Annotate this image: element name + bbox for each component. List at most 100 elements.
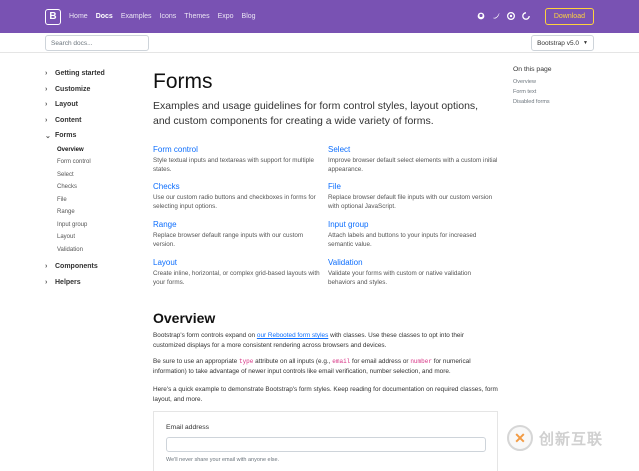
toc-item-disabled-forms[interactable]: Disabled forms bbox=[513, 99, 593, 109]
card-title-link[interactable]: File bbox=[328, 182, 498, 191]
card-desc: Replace browser default file inputs with… bbox=[328, 194, 493, 210]
sidebar-group-getting-started[interactable]: › Getting started bbox=[45, 66, 140, 82]
page-lead: Examples and usage guidelines for form c… bbox=[153, 100, 479, 127]
card-desc: Replace browser default range inputs wit… bbox=[153, 232, 304, 248]
card-title-link[interactable]: Layout bbox=[153, 258, 323, 267]
toc-item-form-text[interactable]: Form text bbox=[513, 89, 593, 99]
sidebar-item-file[interactable]: File bbox=[45, 194, 140, 207]
sidebar-item-input-group[interactable]: Input group bbox=[45, 219, 140, 232]
nav-link-expo[interactable]: Expo bbox=[218, 13, 234, 20]
toc-item-overview[interactable]: Overview bbox=[513, 79, 593, 89]
card-input-group: Input group Attach labels and buttons to… bbox=[328, 220, 498, 249]
text: Bootstrap's form controls expand on bbox=[153, 332, 257, 339]
code-type: type bbox=[238, 358, 254, 365]
card-validation: Validation Validate your forms with cust… bbox=[328, 258, 498, 287]
card-title-link[interactable]: Input group bbox=[328, 220, 498, 229]
code-email: email bbox=[332, 358, 351, 365]
overview-heading: Overview bbox=[153, 310, 216, 326]
watermark-text: 创新互联 bbox=[539, 430, 604, 448]
nav-link-examples[interactable]: Examples bbox=[121, 13, 152, 20]
text: Be sure to use an appropriate bbox=[153, 358, 239, 365]
version-label: Bootstrap v5.0 bbox=[537, 39, 579, 47]
card-desc: Use our custom radio buttons and checkbo… bbox=[153, 194, 316, 210]
nav-link-home[interactable]: Home bbox=[69, 13, 88, 20]
sidebar-item-layout[interactable]: Layout bbox=[45, 231, 140, 244]
card-select: Select Improve browser default select el… bbox=[328, 145, 498, 174]
sidebar-group-label: Getting started bbox=[55, 70, 105, 78]
overview-paragraph-1: Bootstrap's form controls expand on our … bbox=[153, 331, 498, 350]
sidebar-item-checks[interactable]: Checks bbox=[45, 181, 140, 194]
card-desc: Improve browser default select elements … bbox=[328, 157, 498, 173]
text: for email address or bbox=[350, 358, 411, 365]
overview-paragraph-3: Here's a quick example to demonstrate Bo… bbox=[153, 386, 498, 403]
card-title-link[interactable]: Select bbox=[328, 145, 498, 154]
email-field[interactable] bbox=[166, 437, 486, 452]
top-navbar: B Home Docs Examples Icons Themes Expo B… bbox=[0, 0, 639, 33]
twitter-icon[interactable] bbox=[491, 12, 501, 22]
download-button[interactable]: Download bbox=[544, 8, 594, 25]
opencollective-icon[interactable] bbox=[506, 11, 516, 22]
sidebar-group-label: Components bbox=[55, 263, 98, 271]
card-title-link[interactable]: Form control bbox=[153, 145, 323, 154]
watermark: ✕ 创新互联 bbox=[507, 425, 603, 451]
search-input[interactable] bbox=[45, 35, 149, 51]
sidebar-group-customize[interactable]: › Customize bbox=[45, 82, 140, 98]
code-number: number bbox=[410, 358, 432, 365]
sidebar-group-layout[interactable]: › Layout bbox=[45, 97, 140, 113]
sidebar-group-components[interactable]: › Components bbox=[45, 259, 140, 275]
email-help-text: We'll never share your email with anyone… bbox=[166, 457, 280, 463]
sidebar-group-label: Content bbox=[55, 116, 82, 124]
sidebar-item-range[interactable]: Range bbox=[45, 206, 140, 219]
chevron-right-icon: › bbox=[45, 85, 48, 93]
sidebar-group-forms[interactable]: ⌄ Forms bbox=[45, 128, 140, 144]
watermark-logo-icon: ✕ bbox=[507, 425, 533, 451]
card-desc: Style textual inputs and textareas with … bbox=[153, 157, 315, 173]
card-title-link[interactable]: Validation bbox=[328, 258, 498, 267]
sidebar-group-helpers[interactable]: › Helpers bbox=[45, 275, 140, 291]
nav-link-icons[interactable]: Icons bbox=[160, 13, 177, 20]
chevron-right-icon: › bbox=[45, 101, 48, 109]
form-example: Email address We'll never share your ema… bbox=[153, 411, 498, 471]
sidebar-group-label: Forms bbox=[55, 132, 77, 140]
card-desc: Validate your forms with custom or nativ… bbox=[328, 270, 472, 286]
sidebar-item-validation[interactable]: Validation bbox=[45, 244, 140, 257]
chevron-right-icon: › bbox=[45, 263, 48, 271]
card-title-link[interactable]: Checks bbox=[153, 182, 323, 191]
card-form-control: Form control Style textual inputs and te… bbox=[153, 145, 323, 174]
sidebar-item-select[interactable]: Select bbox=[45, 169, 140, 182]
subnav: Bootstrap v5.0 ▼ bbox=[0, 33, 639, 53]
github-icon[interactable] bbox=[476, 12, 486, 22]
text: attribute on all inputs (e.g., bbox=[253, 358, 333, 365]
chevron-down-icon: ▼ bbox=[582, 40, 588, 46]
nav-links: Home Docs Examples Icons Themes Expo Blo… bbox=[69, 13, 264, 20]
sidebar: › Getting started › Customize › Layout › Con… bbox=[45, 66, 140, 290]
sidebar-group-label: Layout bbox=[55, 101, 78, 109]
card-desc: Attach labels and buttons to your inputs… bbox=[328, 232, 477, 248]
email-label: Email address bbox=[166, 424, 210, 431]
rebooted-form-styles-link[interactable]: our Rebooted form styles bbox=[257, 332, 328, 339]
toc-title: On this page bbox=[513, 66, 552, 73]
card-checks: Checks Use our custom radio buttons and … bbox=[153, 182, 323, 211]
bootstrap-logo[interactable]: B bbox=[45, 8, 61, 25]
card-file: File Replace browser default file inputs… bbox=[328, 182, 498, 211]
card-title-link[interactable]: Range bbox=[153, 220, 323, 229]
card-range: Range Replace browser default range inpu… bbox=[153, 220, 323, 249]
sidebar-item-overview[interactable]: Overview bbox=[45, 144, 140, 157]
page-title: Forms bbox=[153, 70, 213, 93]
nav-right: Download bbox=[471, 8, 594, 25]
chevron-right-icon: › bbox=[45, 278, 48, 286]
card-desc: Create inline, horizontal, or complex gr… bbox=[153, 270, 320, 286]
nav-link-docs[interactable]: Docs bbox=[96, 13, 113, 20]
nav-link-themes[interactable]: Themes bbox=[184, 13, 209, 20]
chevron-right-icon: › bbox=[45, 116, 48, 124]
sidebar-group-label: Customize bbox=[55, 85, 91, 93]
card-layout: Layout Create inline, horizontal, or com… bbox=[153, 258, 323, 287]
chevron-down-icon: ⌄ bbox=[45, 132, 51, 140]
main-content: Forms Examples and usage guidelines for … bbox=[153, 70, 498, 471]
slack-icon[interactable] bbox=[521, 11, 531, 22]
sidebar-group-content[interactable]: › Content bbox=[45, 113, 140, 129]
version-dropdown[interactable]: Bootstrap v5.0 ▼ bbox=[531, 35, 594, 51]
sidebar-item-form-control[interactable]: Form control bbox=[45, 156, 140, 169]
overview-paragraph-2: Be sure to use an appropriate type attri… bbox=[153, 357, 498, 376]
nav-link-blog[interactable]: Blog bbox=[242, 13, 256, 20]
